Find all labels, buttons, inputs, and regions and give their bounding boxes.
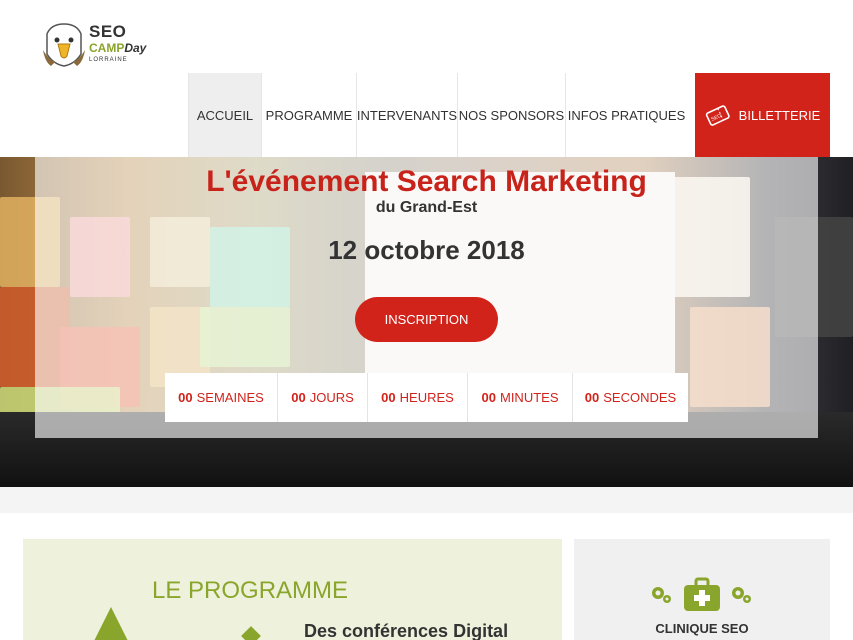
countdown-hours-value: 00 — [381, 390, 396, 405]
inscription-button[interactable]: INSCRIPTION — [355, 297, 498, 342]
countdown-weeks: 00 SEMAINES — [165, 373, 277, 422]
gears-icon — [652, 587, 671, 603]
hero-subtitle: du Grand-Est — [375, 199, 478, 216]
program-card[interactable]: LE PROGRAMME Des conférences Digital — [23, 539, 562, 640]
logo-camp-text: CAMP — [89, 41, 125, 55]
clinic-icons — [652, 577, 751, 611]
countdown-minutes-label: MINUTES — [499, 390, 559, 405]
countdown-seconds-label: SECONDES — [603, 390, 677, 405]
medical-kit-icon — [684, 577, 720, 611]
countdown-days-label: JOURS — [309, 390, 354, 405]
nav-item-sponsors[interactable]: NOS SPONSORS — [457, 73, 565, 157]
nav-item-intervenants[interactable]: INTERVENANTS — [356, 73, 457, 157]
countdown-weeks-value: 00 — [178, 390, 193, 405]
countdown-days-value: 00 — [291, 390, 306, 405]
countdown-timer: 00 SEMAINES 00 JOURS 00 HEURES 00 MINUTE… — [165, 373, 688, 422]
ticket-icon: SEO — [705, 105, 731, 126]
countdown-weeks-label: SEMAINES — [196, 390, 264, 405]
countdown-hours-label: HEURES — [399, 390, 454, 405]
countdown-minutes-value: 00 — [481, 390, 496, 405]
clinique-seo-label: CLINIQUE SEO — [655, 621, 749, 636]
clinique-seo-card[interactable]: CLINIQUE SEO — [574, 539, 830, 640]
program-subtitle: Des conférences Digital — [304, 621, 509, 640]
billetterie-button[interactable]: SEO BILLETTERIE — [695, 73, 830, 157]
logo-day-text: Day — [124, 41, 147, 55]
billetterie-label: BILLETTERIE — [738, 107, 821, 123]
event-date: 12 octobre 2018 — [328, 235, 525, 265]
program-title: LE PROGRAMME — [152, 577, 349, 604]
countdown-minutes: 00 MINUTES — [467, 373, 572, 422]
section-divider — [0, 487, 853, 513]
site-logo[interactable]: SEO CAMPDay LORRAINE — [41, 20, 161, 70]
logo-region-text: LORRAINE — [89, 57, 128, 63]
countdown-days: 00 JOURS — [277, 373, 367, 422]
countdown-seconds: 00 SECONDES — [572, 373, 688, 422]
gears-icon — [732, 587, 751, 603]
site-header: SEO CAMPDay LORRAINE ACCUEIL PROGRAMME I… — [0, 0, 853, 157]
nav-item-infos-pratiques[interactable]: INFOS PRATIQUES — [565, 73, 687, 157]
decor-triangle — [91, 607, 131, 640]
decor-diamond — [241, 626, 261, 640]
hero-title: L'événement Search Marketing — [206, 165, 647, 198]
eagle-icon — [43, 23, 85, 67]
nav-item-programme[interactable]: PROGRAMME — [261, 73, 356, 157]
hero-banner: L'événement Search Marketing du Grand-Es… — [0, 157, 853, 487]
countdown-hours: 00 HEURES — [367, 373, 467, 422]
main-nav: ACCUEIL PROGRAMME INTERVENANTS NOS SPONS… — [188, 73, 830, 157]
nav-item-accueil[interactable]: ACCUEIL — [188, 73, 261, 157]
logo-seo-text: SEO — [89, 22, 127, 41]
countdown-seconds-value: 00 — [584, 390, 600, 405]
